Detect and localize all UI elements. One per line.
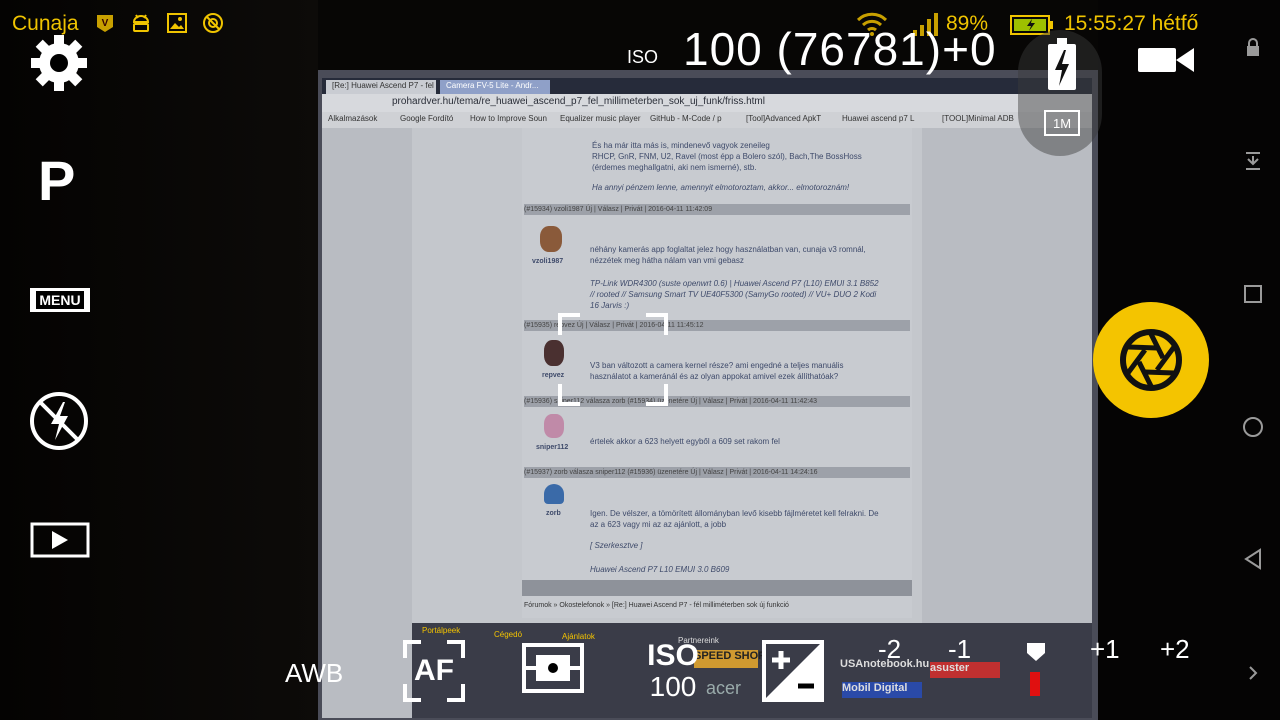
exposure-compensation-icon[interactable] — [762, 640, 824, 702]
recents-icon[interactable] — [1240, 281, 1266, 307]
lock-icon[interactable] — [1240, 34, 1266, 60]
focus-corner — [558, 313, 580, 335]
post-line: Ha annyi pénzem lenne, amennyit elmotoro… — [592, 183, 850, 192]
menu-button[interactable]: MENU — [30, 288, 90, 312]
bookmark: [Tool]Advanced ApkT — [746, 114, 822, 123]
android-icon — [130, 12, 152, 34]
post-line: // rooted // Samsung Smart TV UE40F5300 … — [590, 290, 877, 299]
post-line: (érdemes meghallgatni, aki nem ismerné),… — [592, 163, 757, 172]
ev-minus-1[interactable]: -1 — [948, 634, 971, 665]
ev-plus-1[interactable]: +1 — [1090, 634, 1120, 665]
ev-marker-icon[interactable] — [1026, 642, 1046, 662]
post-line: az a 623 vagy mi az az ajánlott, a jobb — [590, 520, 727, 529]
bookmark: GitHub - M-Code / p — [650, 114, 722, 123]
resolution-badge[interactable]: 1M — [1044, 110, 1080, 136]
post-line: Igen. De vélszer, a tömörített állományb… — [590, 509, 879, 518]
bookmark: [TOOL]Minimal ADB — [942, 114, 1014, 123]
ad-text: Ajánlatok — [562, 632, 595, 641]
bookmark: Equalizer music player — [560, 114, 641, 123]
breadcrumb: Fórumok » Okostelefonok » [Re:] Huawei A… — [524, 602, 789, 609]
settings-gear-icon[interactable] — [28, 32, 90, 94]
flash-auto-battery-icon[interactable] — [1044, 36, 1080, 92]
post-line: Huawei Ascend P7 L10 EMUI 3.0 B609 — [590, 565, 730, 574]
post-line: értelek akkor a 623 helyett egyből a 609… — [590, 437, 780, 446]
iso-button[interactable]: ISO 100 — [640, 640, 706, 702]
post-header: (#15934) vzoli1987 Új | Válasz | Privát … — [524, 204, 910, 215]
ev-indicator — [1030, 672, 1040, 696]
browser-url: prohardver.hu/tema/re_huawei_ascend_p7_f… — [392, 96, 765, 107]
post-line: És ha már itta más is, mindenevő vagyok … — [592, 141, 770, 150]
avatar — [544, 414, 564, 438]
post-line: nézzétek meg hátha nálam van vmi gebasz — [590, 256, 744, 265]
iso-label: ISO — [627, 47, 659, 67]
home-icon[interactable] — [1240, 414, 1266, 440]
iso-button-value: 100 — [649, 671, 697, 702]
vignette-left — [0, 0, 318, 720]
shooting-mode[interactable]: P — [38, 148, 75, 213]
ev-plus-2[interactable]: +2 — [1160, 634, 1190, 665]
post-line: 16 Jarvis :) — [590, 301, 630, 310]
bookmark: Google Fordító — [400, 114, 454, 123]
flash-off-icon[interactable] — [28, 390, 90, 452]
focus-corner — [646, 313, 668, 335]
focus-corner — [646, 384, 668, 406]
back-icon[interactable] — [1240, 546, 1266, 572]
video-camera-icon[interactable] — [1136, 44, 1196, 76]
iso-info: 100 (76781)+0 — [683, 23, 997, 75]
ad-text: Cégedó — [494, 630, 523, 639]
image-icon — [166, 12, 188, 34]
ad-banner: Mobil Digital — [842, 682, 922, 698]
chevron-right-icon[interactable] — [1240, 660, 1266, 686]
metering-icon[interactable] — [522, 643, 584, 693]
browser-tab: [Re:] Huawei Ascend P7 - fel millimeterb… — [326, 80, 436, 94]
blocked-icon — [202, 12, 224, 34]
autofocus-button[interactable]: AF — [403, 640, 465, 702]
focus-corner — [558, 384, 580, 406]
post-line: TP-Link WDR4300 (suste openwrt 0.6) | Hu… — [590, 279, 879, 288]
app-v-icon: V — [94, 12, 116, 34]
playback-icon[interactable] — [30, 522, 90, 558]
post-author: zorb — [546, 510, 561, 517]
bookmark: How to Improve Soun — [470, 114, 547, 123]
bookmark: Huawei ascend p7 L — [842, 114, 915, 123]
ad-banner: acer — [706, 678, 742, 698]
post-line: RHCP, GnR, FNM, U2, Ravel (most épp a Bo… — [592, 152, 862, 161]
aperture-icon — [1120, 329, 1182, 391]
bookmark: Alkalmazások — [328, 114, 378, 123]
ad-text: Portálpeek — [422, 626, 461, 635]
avatar — [544, 484, 564, 504]
white-balance-button[interactable]: AWB — [285, 658, 343, 689]
post-line: néhány kamerás app foglaltat jelez hogy … — [590, 245, 866, 254]
clock: 15:55:27 hétfő — [1064, 12, 1199, 35]
post-author: vzoli1987 — [532, 258, 564, 265]
browser-tabbar — [322, 78, 1092, 94]
af-label: AF — [414, 654, 454, 687]
post-line: [ Szerkesztve ] — [590, 541, 643, 550]
browser-tab: Camera FV-5 Lite - Andr... — [440, 80, 550, 94]
avatar — [540, 226, 562, 252]
post-author: sniper112 — [536, 444, 569, 451]
menu-label: MENU — [36, 291, 84, 309]
iso-button-label: ISO — [647, 639, 699, 672]
pagination-bar — [522, 580, 912, 596]
notification-pull-icon[interactable] — [1240, 148, 1266, 174]
focus-area[interactable] — [558, 313, 668, 406]
post-header: (#15937) zorb válasza sniper112 (#15936)… — [524, 467, 910, 478]
shutter-button[interactable] — [1093, 302, 1209, 418]
monitor-screen: [Re:] Huawei Ascend P7 - fel millimeterb… — [322, 78, 1092, 718]
ev-minus-2[interactable]: -2 — [878, 634, 901, 665]
svg-text:V: V — [102, 18, 109, 29]
